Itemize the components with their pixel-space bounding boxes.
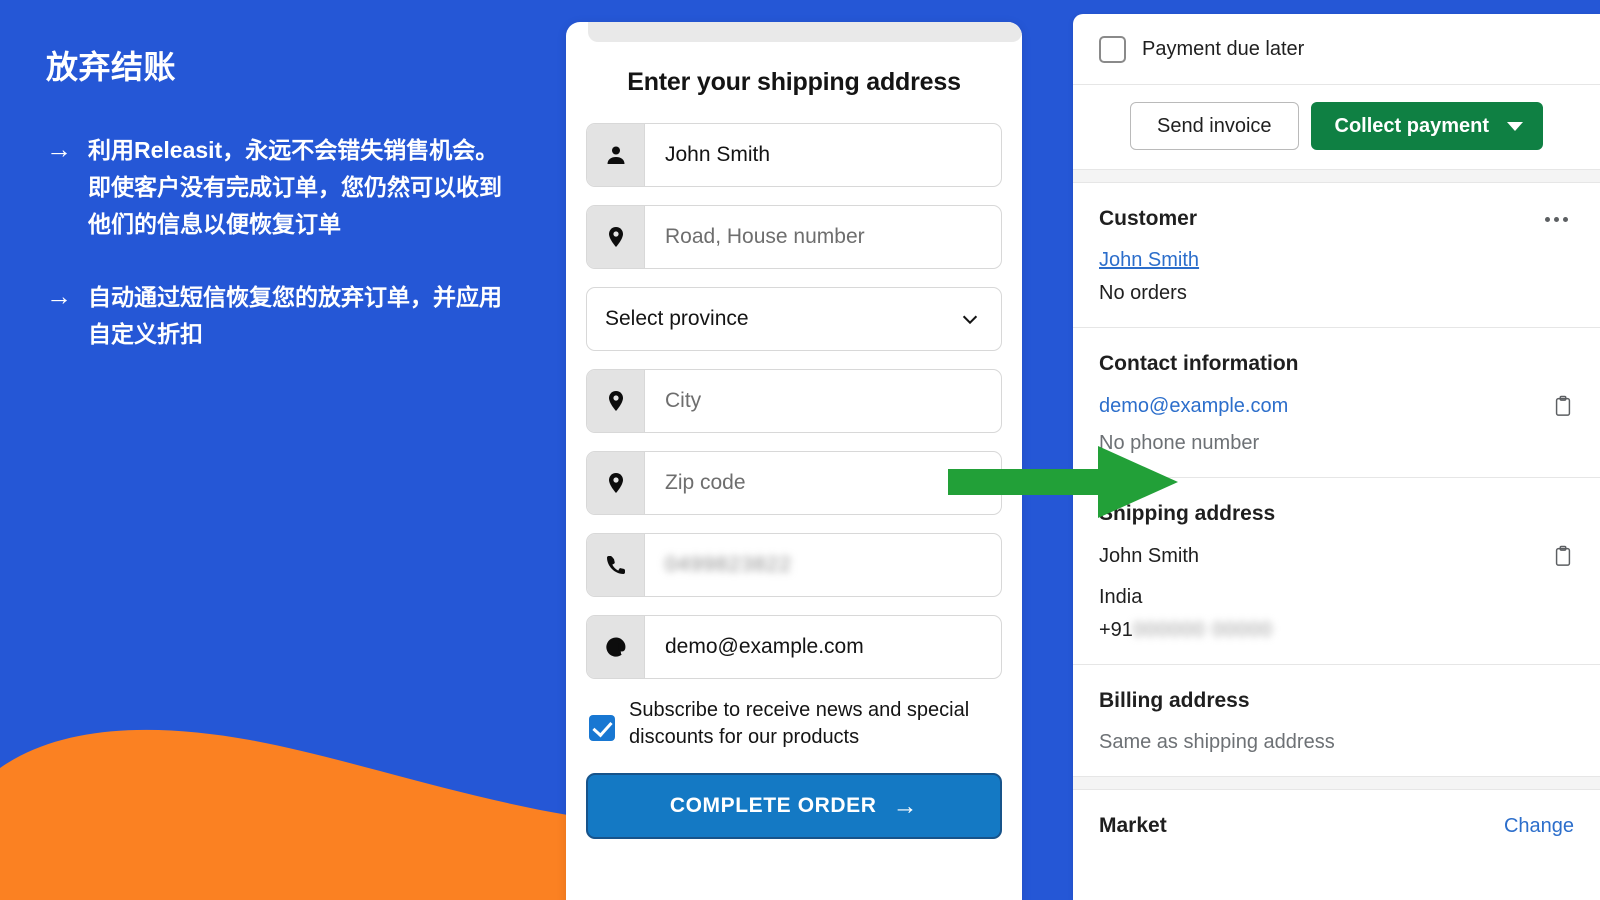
contact-email-link[interactable]: demo@example.com: [1099, 395, 1288, 418]
promo-title: 放弃结账: [46, 49, 177, 85]
billing-section-header: Billing address: [1099, 665, 1574, 713]
market-section-title: Market: [1099, 814, 1167, 837]
market-change-link[interactable]: Change: [1504, 815, 1574, 838]
send-invoice-label: Send invoice: [1156, 114, 1272, 137]
customer-section: Customer John Smith No orders: [1073, 183, 1600, 327]
green-pointer-arrow: [948, 446, 1178, 518]
complete-order-button[interactable]: COMPLETE ORDER →: [586, 773, 1002, 839]
screenshot-root: 放弃结账 → 利用Releasit，永远不会错失销售机会。即使客户没有完成订单，…: [0, 0, 1600, 900]
chevron-down-icon: [962, 315, 978, 325]
billing-section-title: Billing address: [1099, 689, 1250, 712]
payment-due-later-label: Payment due later: [1142, 37, 1305, 60]
province-select-label: Select province: [605, 307, 749, 330]
customer-order-count: No orders: [1099, 282, 1187, 304]
location-pin-icon: [587, 206, 645, 268]
collect-payment-label: Collect payment: [1334, 114, 1489, 137]
arrow-right-icon: →: [892, 791, 919, 820]
arrow-right-icon: →: [46, 134, 72, 165]
person-icon: [587, 124, 645, 186]
shipping-phone-prefix: +91: [1099, 619, 1133, 641]
card-top-accent-bar: [588, 22, 1022, 42]
shipping-phone-redacted: 000000 00000: [1132, 619, 1273, 641]
customer-section-header: Customer: [1099, 183, 1574, 231]
at-sign-icon: [587, 616, 645, 678]
section-gap: [1073, 169, 1600, 183]
phone-icon: [587, 534, 645, 596]
arrow-right-icon: →: [46, 281, 72, 312]
shipping-country: India: [1099, 586, 1143, 608]
shipping-recipient-name: John Smith: [1099, 544, 1200, 567]
email-field[interactable]: demo@example.com: [586, 615, 1002, 679]
clipboard-icon[interactable]: [1552, 394, 1574, 418]
promo-bullet-item: → 自动通过短信恢复您的放弃订单，并应用自定义折扣: [46, 279, 530, 353]
collect-payment-button[interactable]: Collect payment: [1310, 102, 1543, 150]
email-field-value: demo@example.com: [665, 635, 864, 658]
promo-bullet-text: 利用Releasit，永远不会错失销售机会。即使客户没有完成订单，您仍然可以收到…: [88, 137, 502, 238]
customer-section-title: Customer: [1099, 207, 1198, 230]
complete-order-label: COMPLETE ORDER: [669, 794, 877, 817]
zip-field[interactable]: Zip code: [586, 451, 1002, 515]
phone-field[interactable]: 0499823822: [586, 533, 1002, 597]
payment-due-later-row[interactable]: Payment due later: [1073, 14, 1600, 84]
shipping-phone: +91000000 00000: [1099, 619, 1574, 642]
street-field[interactable]: Road, House number: [586, 205, 1002, 269]
promo-bullet-item: → 利用Releasit，永远不会错失销售机会。即使客户没有完成订单，您仍然可以…: [46, 132, 530, 243]
phone-field-value: 0499823822: [665, 553, 792, 576]
street-field-placeholder: Road, House number: [665, 225, 865, 248]
name-field-value: John Smith: [665, 143, 771, 166]
contact-section-header: Contact information: [1099, 328, 1574, 376]
province-select[interactable]: Select province: [586, 287, 1002, 351]
section-gap: [1073, 776, 1600, 790]
send-invoice-button[interactable]: Send invoice: [1129, 102, 1299, 150]
promo-bullet-list: → 利用Releasit，永远不会错失销售机会。即使客户没有完成订单，您仍然可以…: [46, 132, 530, 353]
billing-address-value: Same as shipping address: [1099, 731, 1335, 753]
subscribe-label: Subscribe to receive news and special di…: [629, 699, 970, 748]
caret-down-icon: [1507, 121, 1523, 131]
customer-name-link[interactable]: John Smith: [1099, 249, 1199, 271]
subscribe-checkbox[interactable]: [589, 715, 615, 741]
promo-panel: 放弃结账 → 利用Releasit，永远不会错失销售机会。即使客户没有完成订单，…: [0, 0, 570, 900]
promo-bullet-text: 自动通过短信恢复您的放弃订单，并应用自定义折扣: [88, 284, 502, 348]
name-field[interactable]: John Smith: [586, 123, 1002, 187]
contact-section-title: Contact information: [1099, 352, 1299, 375]
location-pin-icon: [587, 370, 645, 432]
city-field[interactable]: City: [586, 369, 1002, 433]
clipboard-icon[interactable]: [1552, 544, 1574, 568]
city-field-placeholder: City: [665, 389, 702, 412]
more-horizontal-icon[interactable]: [1539, 211, 1574, 228]
checkout-heading: Enter your shipping address: [627, 68, 961, 96]
orange-wave-decoration: [0, 729, 570, 900]
payment-actions-row: Send invoice Collect payment: [1073, 85, 1600, 169]
market-section: Market Change: [1073, 790, 1600, 838]
market-section-header: Market Change: [1099, 790, 1574, 838]
subscribe-row[interactable]: Subscribe to receive news and special di…: [586, 697, 1002, 751]
location-pin-icon: [587, 452, 645, 514]
billing-address-section: Billing address Same as shipping address: [1073, 665, 1600, 776]
payment-due-later-checkbox[interactable]: [1099, 35, 1126, 63]
